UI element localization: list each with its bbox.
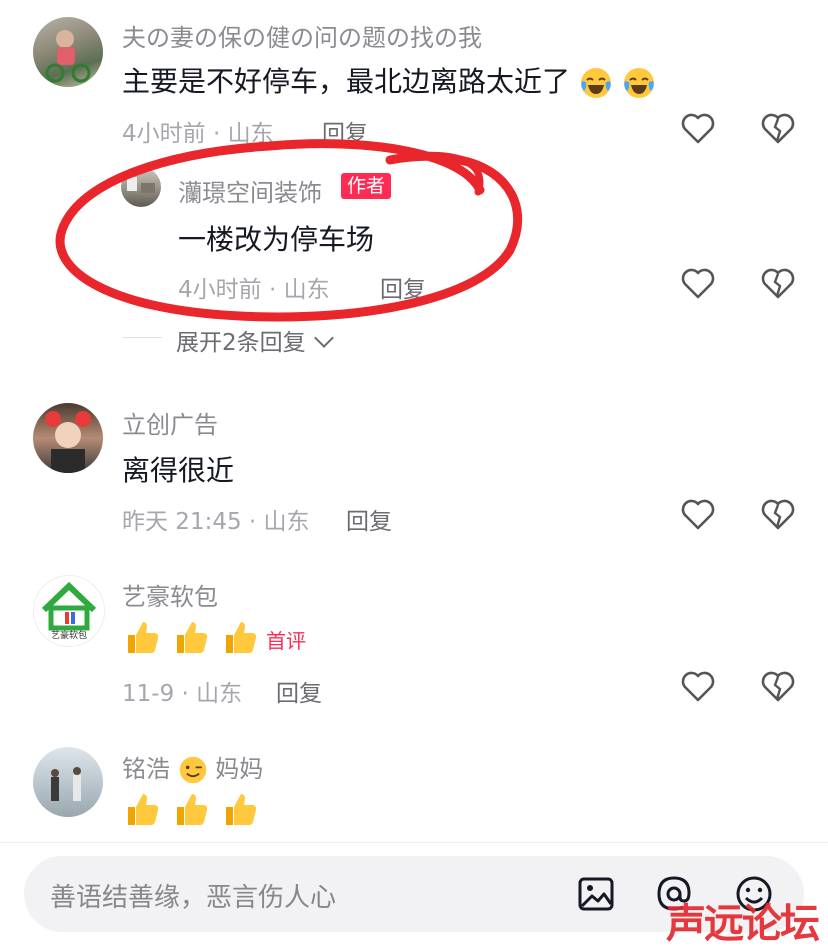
thumbs-up-emoji-icon [226,622,257,653]
comment-text: 离得很近 [122,454,235,487]
forum-watermark: 声远论坛 [666,901,820,947]
expand-replies-button[interactable]: 展开2条回复 [176,323,334,357]
username-part: 妈妈 [215,755,264,783]
dislike-broken-heart-icon[interactable] [760,266,796,300]
image-icon[interactable] [576,874,616,914]
avatar-photo [51,767,81,801]
comment-username[interactable]: 夫の妻の保の健の问の题の找の我 [122,18,482,53]
avatar[interactable]: 艺豪软包 [33,575,105,647]
heart-icon[interactable] [680,497,716,531]
avatar[interactable] [33,747,103,817]
expand-divider [122,337,162,338]
avatar-caption: 艺豪软包 [50,631,87,641]
thumbs-up-emoji-icon [177,794,208,825]
comment-text-content: 主要是不好停车，最北边离路太近了 [122,65,571,98]
comment-username[interactable]: 铭浩 妈妈 [122,749,263,785]
comment-username[interactable]: 艺豪软包 [122,577,218,612]
dislike-broken-heart-icon[interactable] [760,669,796,703]
avatar-photo [45,30,91,83]
laugh-cry-emoji-icon [580,68,611,98]
heart-icon[interactable] [680,669,716,703]
bottom-divider [0,842,828,843]
comment-text: 主要是不好停车，最北边离路太近了 [122,60,656,100]
dislike-broken-heart-icon[interactable] [760,497,796,531]
thumbs-up-emoji-icon [226,794,257,825]
first-comment-badge: 首评 [266,629,306,653]
comment-emojis [122,789,260,833]
username-part: 铭浩 [122,755,170,783]
reply-button[interactable]: 回复 [346,502,392,536]
heart-icon[interactable] [680,266,716,300]
comment-meta: 昨天 21:45 · 山东 [122,509,310,535]
chevron-down-icon [314,328,334,348]
expand-label: 展开2条回复 [176,330,306,356]
wink-emoji-icon [179,756,206,784]
thumbs-up-emoji-icon [128,622,159,653]
laugh-cry-emoji-icon [623,68,654,98]
comment-username[interactable]: 立创广告 [122,405,218,440]
comment-emojis [122,617,260,661]
dislike-broken-heart-icon[interactable] [760,111,796,145]
comment-meta: 11-9 · 山东 [122,681,243,707]
red-circle-annotation [55,139,523,322]
comment-input-placeholder[interactable]: 善语结善缘，恶言伤人心 [50,877,336,914]
avatar[interactable] [33,17,103,87]
reply-button[interactable]: 回复 [276,674,322,708]
heart-icon[interactable] [680,111,716,145]
thumbs-up-emoji-icon [177,622,208,653]
avatar-photo [45,411,91,473]
avatar[interactable] [33,403,103,473]
thumbs-up-emoji-icon [128,794,159,825]
